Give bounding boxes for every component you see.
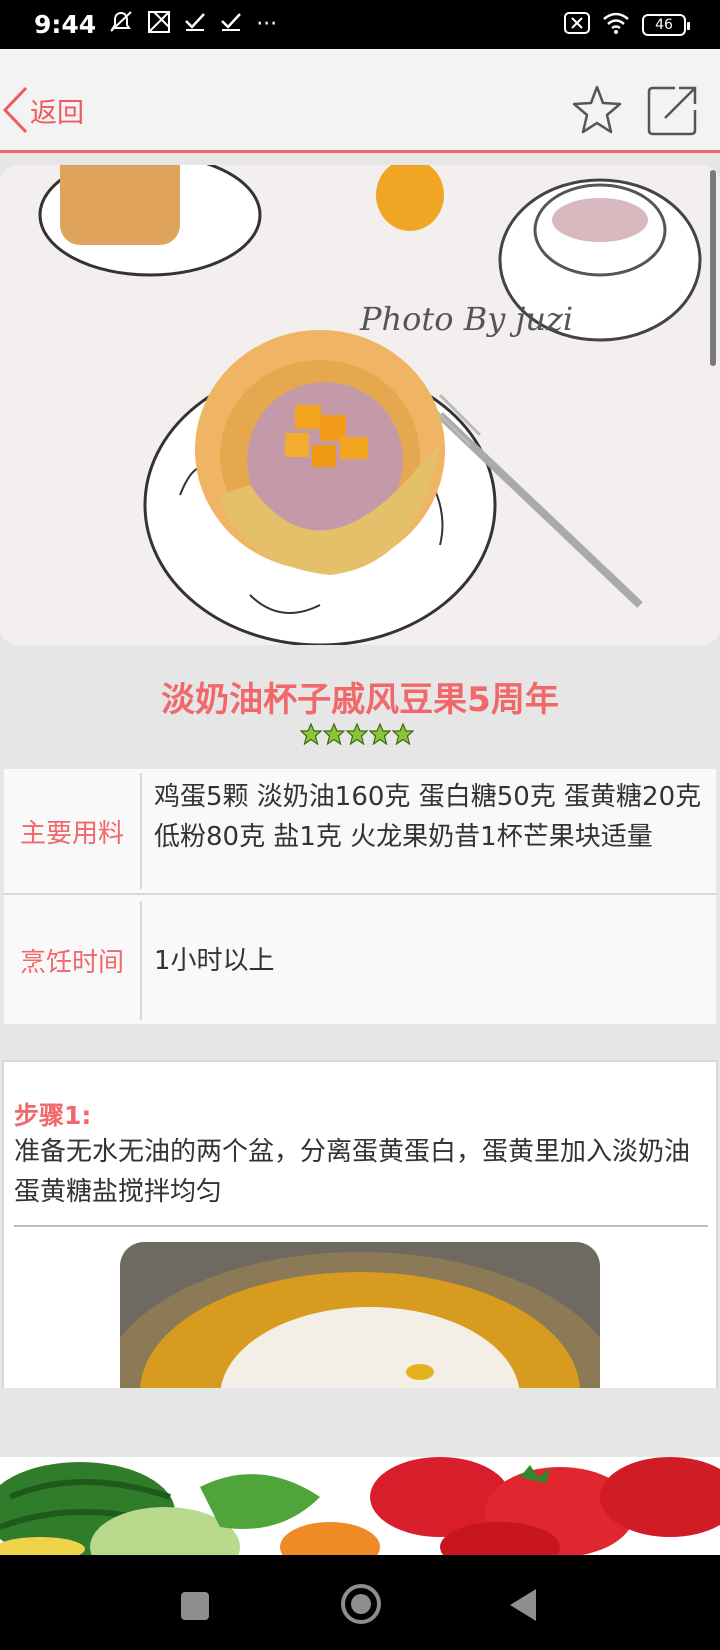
cook-time-value: 1小时以上: [154, 945, 275, 976]
scrollbar[interactable]: [710, 170, 716, 366]
favorite-button[interactable]: [569, 82, 625, 138]
check-icon: [184, 12, 206, 37]
system-nav-bar: [0, 1555, 720, 1650]
more-icon: ···: [256, 11, 278, 37]
step-label: 步骤1:: [14, 1101, 92, 1130]
share-icon: [647, 86, 697, 136]
star-icon: [572, 85, 622, 134]
back-label: 返回: [30, 97, 84, 129]
fruit-banner[interactable]: [0, 1457, 720, 1555]
star-rating-icon: [369, 723, 391, 745]
step-card: 步骤1: 准备无水无油的两个盆，分离蛋黄蛋白，蛋黄里加入淡奶油蛋黄糖盐搅拌均匀: [2, 1060, 718, 1388]
header: 返回: [0, 49, 720, 153]
chevron-left-icon: [2, 86, 28, 134]
step-photo: [120, 1242, 600, 1388]
cook-time-label: 烹饪时间: [4, 901, 142, 1020]
info-table: 主要用料 鸡蛋5颗 淡奶油160克 蛋白糖50克 蛋黄糖20克 低粉80克 盐1…: [4, 769, 716, 1024]
notification-off-icon: [108, 10, 134, 39]
recipe-photo: Photo By juzi: [0, 165, 720, 645]
step-divider: [14, 1225, 708, 1227]
ingredients-row: 主要用料 鸡蛋5颗 淡奶油160克 蛋白糖50克 蛋黄糖20克 低粉80克 盐1…: [4, 769, 716, 895]
star-rating-icon: [323, 723, 345, 745]
system-back-button[interactable]: [510, 1589, 536, 1621]
step-text: 准备无水无油的两个盆，分离蛋黄蛋白，蛋黄里加入淡奶油蛋黄糖盐搅拌均匀: [14, 1137, 691, 1207]
screenshot-icon: [148, 11, 171, 38]
status-time: 9:44: [34, 10, 97, 39]
star-rating-icon: [392, 723, 414, 745]
back-button[interactable]: 返回: [0, 85, 84, 135]
recents-button[interactable]: [181, 1592, 209, 1620]
cook-time-row: 烹饪时间 1小时以上: [4, 897, 716, 1024]
ingredients-value: 鸡蛋5颗 淡奶油160克 蛋白糖50克 蛋黄糖20克 低粉80克 盐1克 火龙果…: [154, 782, 702, 852]
recipe-title: 淡奶油杯子戚风豆果5周年: [161, 680, 559, 720]
sim-x-icon: [564, 11, 590, 38]
rating-stars: [300, 723, 414, 745]
check-icon: [220, 12, 242, 37]
star-rating-icon: [346, 723, 368, 745]
ingredients-label: 主要用料: [4, 773, 142, 889]
battery-icon: 46: [642, 13, 690, 36]
photo-watermark: Photo By juzi: [359, 300, 573, 338]
status-bar: 9:44 ··· 46: [0, 0, 720, 49]
star-rating-icon: [300, 723, 322, 745]
status-icons: ···: [108, 10, 277, 39]
wifi-icon: [602, 12, 630, 38]
share-button[interactable]: [645, 82, 701, 138]
home-button[interactable]: [341, 1584, 381, 1624]
status-right: 46: [564, 11, 690, 38]
